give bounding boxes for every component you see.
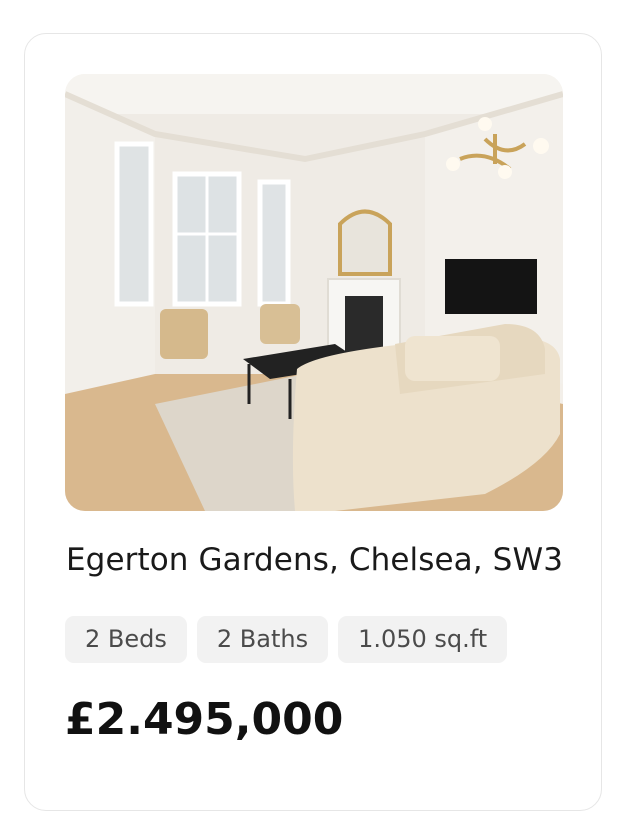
property-features: 2 Beds 2 Baths 1.050 sq.ft [65,616,508,663]
property-price: £2.495,000 [65,694,344,745]
feature-tag-baths: 2 Baths [196,616,329,663]
property-title: Egerton Gardens, Chelsea, SW3 [66,542,564,578]
feature-tag-beds: 2 Beds [65,616,187,663]
feature-tag-area: 1.050 sq.ft [338,616,508,663]
property-photo[interactable] [65,74,563,511]
property-card[interactable]: Egerton Gardens, Chelsea, SW3 2 Beds 2 B… [24,33,602,811]
living-room-image [65,74,563,511]
